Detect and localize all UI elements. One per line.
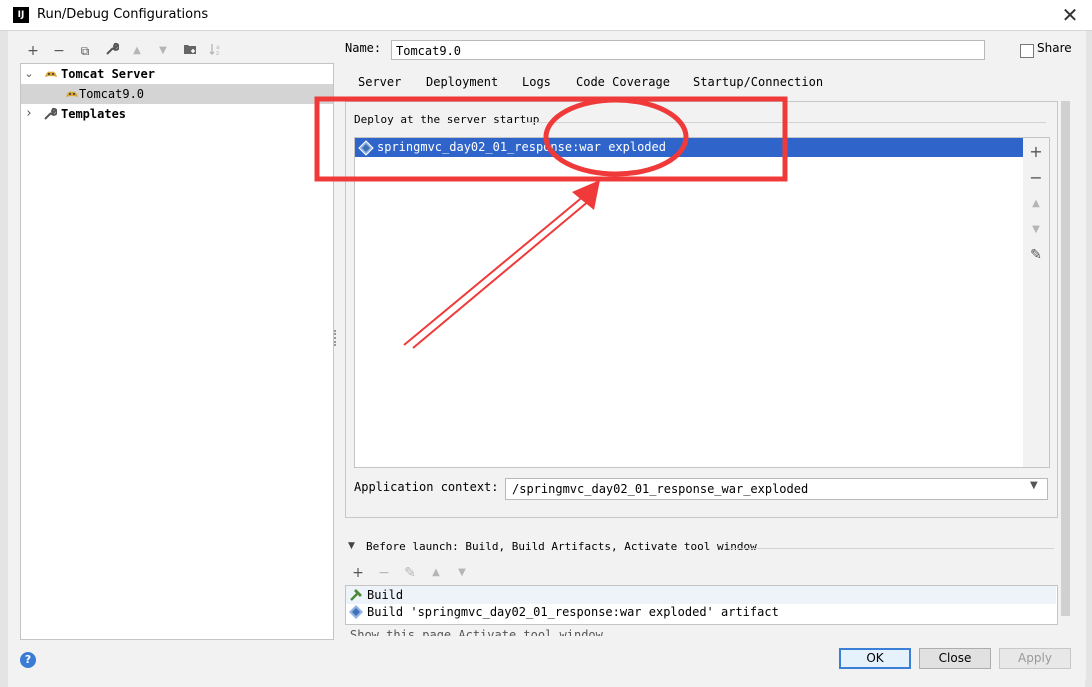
move-down-task-button[interactable]: ▼ xyxy=(454,565,470,581)
chevron-down-icon[interactable]: ▼ xyxy=(348,541,355,551)
task-label: Build xyxy=(367,588,404,602)
tab-logs[interactable]: Logs xyxy=(522,75,551,89)
artifact-icon xyxy=(348,604,364,625)
cutoff-options-row: Show this page Activate tool window xyxy=(350,628,603,636)
remove-artifact-button[interactable]: − xyxy=(1027,169,1045,187)
tomcat-icon xyxy=(64,87,78,101)
before-launch-label: Before launch: Build, Build Artifacts, A… xyxy=(366,540,757,553)
tree-item-tomcat9[interactable]: Tomcat9.0 xyxy=(21,84,333,104)
application-context-label: Application context: xyxy=(354,480,499,494)
deploy-artifact-list[interactable] xyxy=(354,137,1024,468)
close-window-button[interactable]: ✕ xyxy=(1058,3,1082,27)
edit-artifact-button[interactable]: ✎ xyxy=(1027,246,1045,264)
list-item[interactable]: Build xyxy=(346,586,1056,604)
close-button[interactable]: Close xyxy=(919,648,991,669)
wrench-icon[interactable] xyxy=(103,42,121,60)
background-editor-strip xyxy=(0,0,8,687)
tab-deployment[interactable]: Deployment xyxy=(426,75,498,89)
add-configuration-button[interactable]: + xyxy=(24,42,42,60)
splitter-handle[interactable] xyxy=(334,330,339,346)
deploy-legend: Deploy at the server startup xyxy=(354,113,540,126)
copy-configuration-button[interactable]: ⧉ xyxy=(76,42,94,60)
move-down-artifact-button[interactable]: ▼ xyxy=(1027,221,1045,239)
tree-item-label: Tomcat Server xyxy=(61,67,155,81)
apply-button[interactable]: Apply xyxy=(999,648,1071,669)
add-artifact-button[interactable]: + xyxy=(1027,143,1045,161)
add-task-button[interactable]: + xyxy=(350,565,366,581)
tree-item-label: Templates xyxy=(61,107,127,121)
background-editor-strip-right xyxy=(1085,0,1092,687)
window-title: Run/Debug Configurations xyxy=(37,7,209,22)
tree-item-templates[interactable]: › Templates xyxy=(21,104,333,124)
configuration-tree[interactable]: ⌄ Tomcat Server Tomcat9.0 › Templates xyxy=(20,63,334,640)
vertical-scrollbar[interactable] xyxy=(1061,101,1070,616)
chevron-down-icon[interactable]: ⌄ xyxy=(23,64,35,84)
move-down-button[interactable]: ▼ xyxy=(154,42,172,60)
tree-item-tomcat-server[interactable]: ⌄ Tomcat Server xyxy=(21,64,333,84)
move-up-task-button[interactable]: ▲ xyxy=(428,565,444,581)
tree-item-label: Tomcat9.0 xyxy=(79,87,145,101)
folder-icon[interactable] xyxy=(181,42,199,60)
ok-button[interactable]: OK xyxy=(839,648,911,669)
sort-icon[interactable]: az xyxy=(207,42,225,60)
legend-divider xyxy=(526,122,1046,123)
application-context-input[interactable]: /springmvc_day02_01_response_war_explode… xyxy=(505,478,1048,500)
move-up-button[interactable]: ▲ xyxy=(128,42,146,60)
task-label: Build 'springmvc_day02_01_response:war e… xyxy=(367,605,779,619)
tab-startup-connection[interactable]: Startup/Connection xyxy=(693,75,823,89)
tab-server[interactable]: Server xyxy=(358,75,401,89)
share-checkbox[interactable] xyxy=(1020,44,1034,58)
chevron-right-icon[interactable]: › xyxy=(23,104,35,124)
share-label[interactable]: Share xyxy=(1037,41,1072,55)
svg-text:z: z xyxy=(216,50,219,56)
intellij-logo-icon: IJ xyxy=(13,7,29,23)
list-item[interactable]: springmvc_day02_01_response:war exploded xyxy=(355,138,1023,157)
move-up-artifact-button[interactable]: ▲ xyxy=(1027,195,1045,213)
name-label: Name: xyxy=(345,41,382,55)
wrench-icon xyxy=(43,107,58,121)
tab-code-coverage[interactable]: Code Coverage xyxy=(576,75,670,89)
artifact-name: springmvc_day02_01_response:war exploded xyxy=(377,140,666,154)
artifact-icon xyxy=(358,140,374,162)
chevron-down-icon[interactable]: ▼ xyxy=(1030,480,1038,491)
name-input[interactable]: Tomcat9.0 xyxy=(391,40,985,60)
remove-task-button[interactable]: − xyxy=(376,565,392,581)
help-icon[interactable]: ? xyxy=(20,652,36,668)
remove-configuration-button[interactable]: − xyxy=(50,42,68,60)
edit-task-button[interactable]: ✎ xyxy=(402,565,418,581)
tomcat-icon xyxy=(43,67,57,81)
list-item[interactable]: Build 'springmvc_day02_01_response:war e… xyxy=(346,603,1056,621)
before-launch-divider xyxy=(728,548,1054,549)
